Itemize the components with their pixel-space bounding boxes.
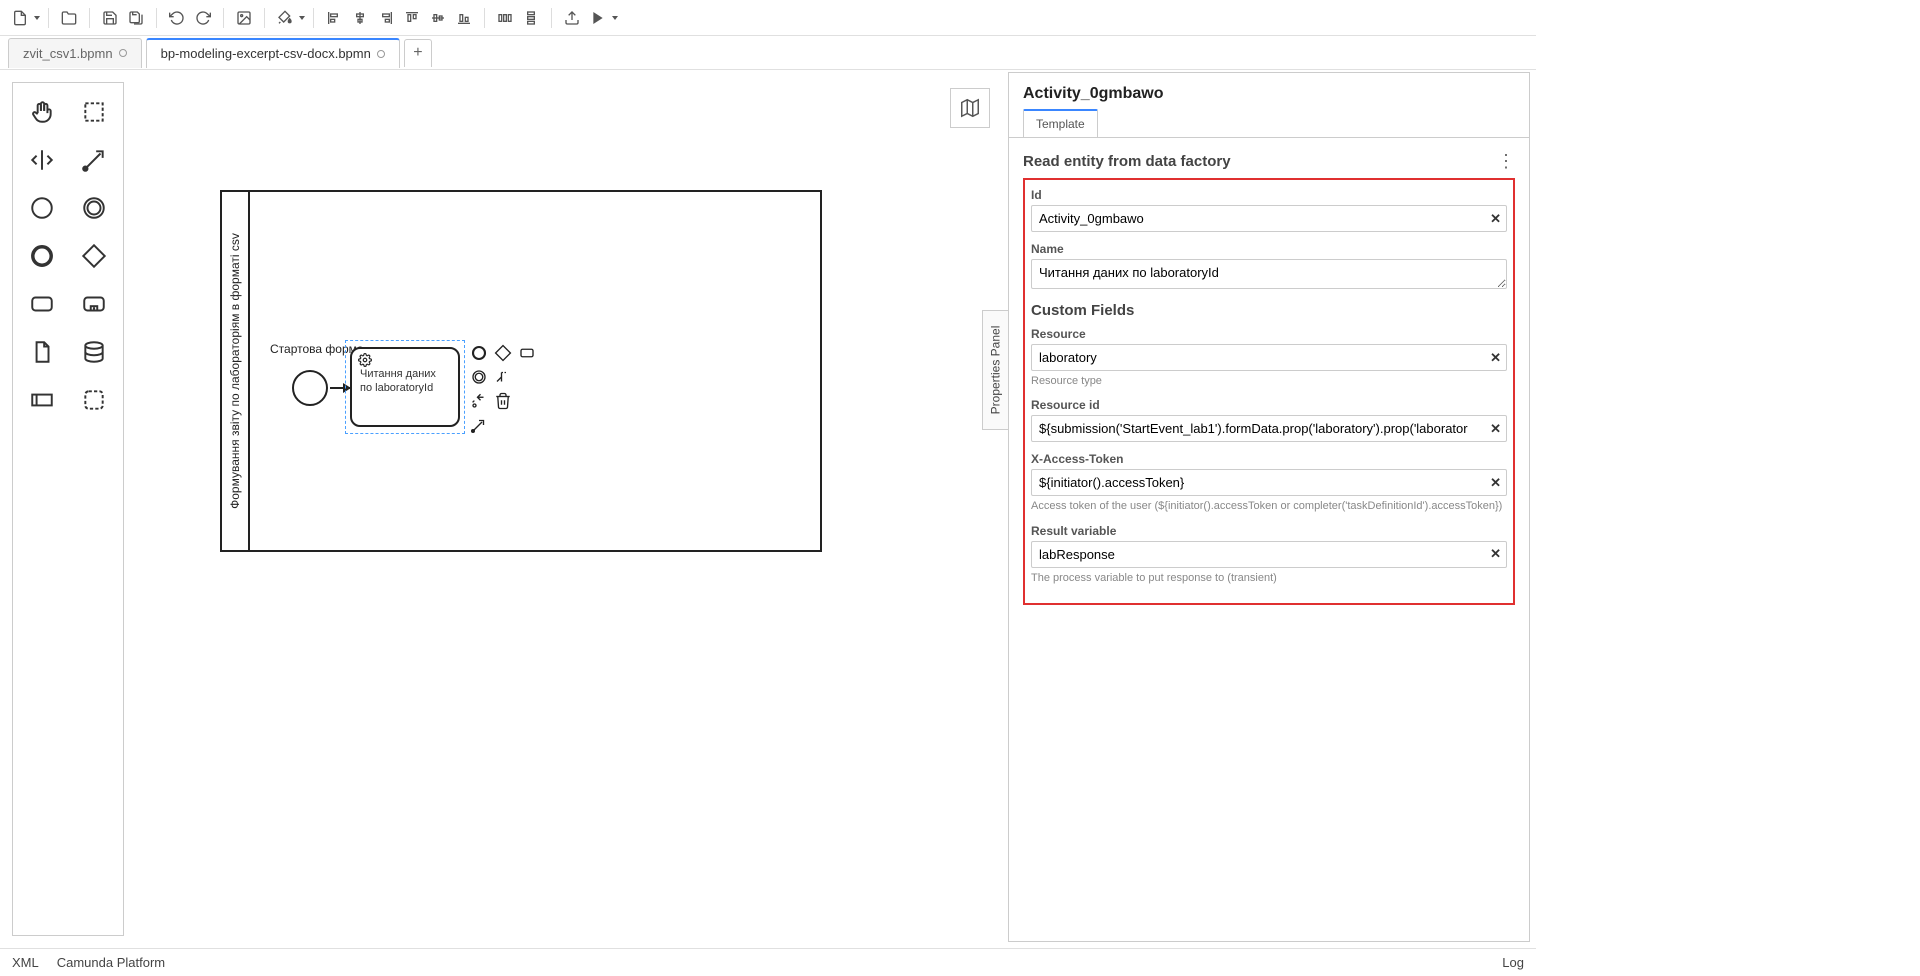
save-all-icon[interactable] (124, 6, 148, 30)
token-input[interactable] (1031, 469, 1507, 496)
subprocess-expanded-icon[interactable] (69, 281, 119, 327)
hand-tool-icon[interactable] (17, 89, 67, 135)
distribute-v-icon[interactable] (519, 6, 543, 30)
start-event[interactable] (292, 370, 328, 406)
footer-bar: XML Camunda Platform Log (0, 948, 1536, 976)
clear-icon[interactable]: ✕ (1490, 421, 1501, 437)
footer-log[interactable]: Log (1502, 955, 1524, 970)
color-dropdown[interactable] (273, 6, 305, 30)
open-icon[interactable] (57, 6, 81, 30)
element-title: Activity_0gmbawo (1023, 85, 1515, 103)
append-end-event-icon[interactable] (468, 342, 490, 364)
new-file-icon (8, 6, 32, 30)
redo-icon[interactable] (191, 6, 215, 30)
change-type-icon[interactable] (468, 390, 490, 412)
end-event-icon[interactable] (17, 233, 67, 279)
resource-input[interactable] (1031, 344, 1507, 371)
image-icon[interactable] (232, 6, 256, 30)
token-label: X-Access-Token (1031, 452, 1507, 466)
align-bottom-icon[interactable] (452, 6, 476, 30)
diagram-canvas[interactable]: Формування звіту по лабораторіям в форма… (124, 70, 1008, 948)
run-dropdown[interactable] (586, 6, 618, 30)
align-top-icon[interactable] (400, 6, 424, 30)
clear-icon[interactable]: ✕ (1490, 546, 1501, 562)
resource-id-input[interactable] (1031, 415, 1507, 442)
lane-body: Стартова форма Читання даних по laborato… (250, 192, 820, 550)
main-toolbar (0, 0, 1536, 36)
new-file-dropdown[interactable] (8, 6, 40, 30)
file-tabs: zvit_csv1.bpmn bp-modeling-excerpt-csv-d… (0, 36, 1536, 70)
data-store-icon[interactable] (69, 329, 119, 375)
task-icon[interactable] (17, 281, 67, 327)
result-help: The process variable to put response to … (1031, 571, 1507, 585)
section-menu-icon[interactable]: ⋮ (1497, 152, 1515, 170)
pool-label: Формування звіту по лабораторіям в форма… (222, 192, 250, 550)
resource-label: Resource (1031, 327, 1507, 341)
append-gateway-icon[interactable] (492, 342, 514, 364)
tab-label: zvit_csv1.bpmn (23, 46, 113, 61)
delete-icon[interactable] (492, 390, 514, 412)
properties-panel: Activity_0gmbawo Template Read entity fr… (1008, 72, 1530, 942)
minimap-toggle[interactable] (950, 88, 990, 128)
id-input[interactable] (1031, 205, 1507, 232)
name-input[interactable]: Читання даних по laboratoryId (1031, 259, 1507, 289)
tab-label: bp-modeling-excerpt-csv-docx.bpmn (161, 46, 371, 61)
map-icon (959, 97, 981, 119)
tab-file-1[interactable]: bp-modeling-excerpt-csv-docx.bpmn (146, 38, 400, 68)
color-fill-icon (273, 6, 297, 30)
clear-icon[interactable]: ✕ (1490, 475, 1501, 491)
properties-panel-collapse[interactable]: Properties Panel (982, 310, 1008, 430)
context-pad (468, 342, 538, 436)
service-task[interactable]: Читання даних по laboratoryId (350, 347, 460, 427)
align-middle-icon[interactable] (426, 6, 450, 30)
play-icon (586, 6, 610, 30)
undo-icon[interactable] (165, 6, 189, 30)
connect-icon[interactable] (468, 414, 490, 436)
tab-template[interactable]: Template (1023, 109, 1098, 137)
align-right-icon[interactable] (374, 6, 398, 30)
custom-fields-title: Custom Fields (1031, 302, 1507, 319)
distribute-h-icon[interactable] (493, 6, 517, 30)
dirty-indicator-icon (119, 49, 127, 57)
deploy-icon[interactable] (560, 6, 584, 30)
pool-icon[interactable] (17, 377, 67, 423)
section-title: Read entity from data factory (1023, 153, 1231, 170)
id-label: Id (1031, 188, 1507, 202)
sequence-flow[interactable] (330, 387, 350, 389)
result-input[interactable] (1031, 541, 1507, 568)
data-object-icon[interactable] (17, 329, 67, 375)
footer-xml[interactable]: XML (12, 955, 39, 970)
space-tool-icon[interactable] (17, 137, 67, 183)
highlighted-fields: Id ✕ Name Читання даних по laboratoryId … (1023, 178, 1515, 605)
append-task-icon[interactable] (516, 342, 538, 364)
lasso-tool-icon[interactable] (69, 89, 119, 135)
start-event-icon[interactable] (17, 185, 67, 231)
element-palette (12, 82, 124, 936)
align-left-icon[interactable] (322, 6, 346, 30)
intermediate-event-icon[interactable] (69, 185, 119, 231)
append-intermediate-event-icon[interactable] (468, 366, 490, 388)
annotation-icon[interactable] (492, 366, 514, 388)
clear-icon[interactable]: ✕ (1490, 350, 1501, 366)
token-help: Access token of the user (${initiator().… (1031, 499, 1507, 513)
resource-id-label: Resource id (1031, 398, 1507, 412)
gateway-icon[interactable] (69, 233, 119, 279)
gear-icon (358, 353, 372, 367)
footer-platform[interactable]: Camunda Platform (57, 955, 165, 970)
name-label: Name (1031, 242, 1507, 256)
result-label: Result variable (1031, 524, 1507, 538)
group-icon[interactable] (69, 377, 119, 423)
tab-add-button[interactable]: + (404, 39, 432, 67)
save-icon[interactable] (98, 6, 122, 30)
connect-tool-icon[interactable] (69, 137, 119, 183)
resource-help: Resource type (1031, 374, 1507, 388)
task-label: Читання даних по laboratoryId (360, 368, 436, 394)
dirty-indicator-icon (377, 50, 385, 58)
align-center-icon[interactable] (348, 6, 372, 30)
bpmn-pool[interactable]: Формування звіту по лабораторіям в форма… (220, 190, 822, 552)
tab-file-0[interactable]: zvit_csv1.bpmn (8, 38, 142, 68)
clear-icon[interactable]: ✕ (1490, 211, 1501, 227)
